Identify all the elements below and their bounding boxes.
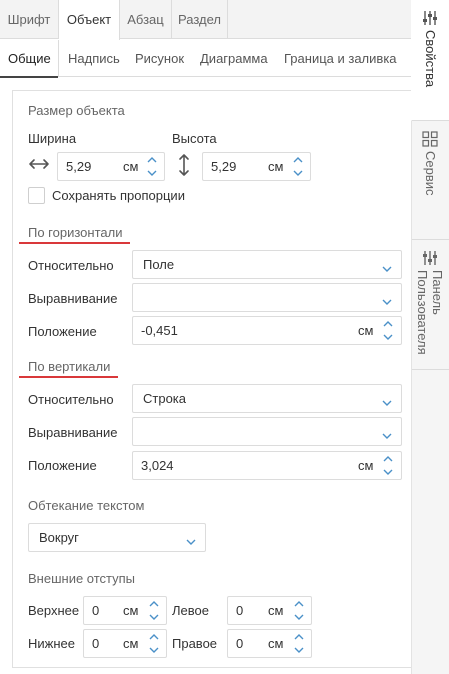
height-label: Высота (172, 131, 217, 146)
side-tab-service[interactable]: Сервис (412, 121, 449, 240)
h-position-field[interactable]: -0,451 см (132, 316, 402, 345)
v-relative-label: Относительно (28, 392, 114, 407)
width-field[interactable]: 5,29 см (57, 152, 165, 181)
chevron-down-icon (382, 428, 392, 439)
top-tabs: Шрифт Объект Абзац Раздел (0, 0, 412, 40)
vertical-section-title: По вертикали (28, 359, 111, 374)
margin-left-unit: см (268, 603, 284, 618)
height-value: 5,29 (211, 159, 237, 174)
margin-bottom-label: Нижнее (28, 636, 75, 651)
tab-object[interactable]: Объект (59, 0, 120, 40)
v-position-field[interactable]: 3,024 см (132, 451, 402, 480)
width-spinner[interactable] (146, 155, 158, 178)
side-label-service: Сервис (423, 151, 438, 196)
margin-top-unit: см (123, 603, 139, 618)
keep-ratio-checkbox[interactable] (28, 187, 45, 204)
margin-right-label: Правое (172, 636, 218, 651)
horizontal-arrow-icon (28, 155, 50, 176)
height-field[interactable]: 5,29 см (202, 152, 311, 181)
side-label-user-panel: Панель Пользователя (415, 270, 445, 355)
margin-left-value: 0 (236, 603, 244, 618)
margin-top-label: Верхнее (28, 603, 80, 618)
v-relative-value: Строка (143, 391, 187, 406)
vertical-arrow-icon (177, 153, 191, 180)
v-align-label: Выравнивание (28, 425, 118, 440)
v-position-value: 3,024 (141, 458, 174, 473)
keep-ratio-label: Сохранять пропорции (52, 188, 185, 203)
h-relative-select[interactable]: Поле (132, 250, 402, 279)
wrap-section-title: Обтекание текстом (28, 498, 145, 513)
chevron-down-icon (382, 294, 392, 305)
side-label-properties: Свойства (423, 30, 438, 88)
margin-right-field[interactable]: 0 см (227, 629, 312, 658)
margin-right-spinner[interactable] (293, 632, 305, 655)
chevron-down-icon (186, 534, 196, 545)
v-position-label: Положение (28, 458, 97, 473)
margin-top-spinner[interactable] (148, 599, 160, 622)
wrap-select[interactable]: Вокруг (28, 523, 206, 552)
size-section-title: Размер объекта (28, 103, 125, 118)
sliders-icon (422, 10, 438, 26)
sub-tabs: Общие Надпись Рисунок Диаграмма Граница … (0, 40, 412, 78)
user-panel-icon (422, 250, 438, 266)
wrap-value: Вокруг (39, 530, 79, 545)
tab-font[interactable]: Шрифт (0, 0, 59, 39)
grid-icon (422, 131, 438, 147)
margin-left-field[interactable]: 0 см (227, 596, 312, 625)
margin-right-unit: см (268, 636, 284, 651)
chevron-down-icon (382, 261, 392, 272)
margin-left-spinner[interactable] (293, 599, 305, 622)
margin-right-value: 0 (236, 636, 244, 651)
margins-section-title: Внешние отступы (28, 571, 136, 586)
h-position-label: Положение (28, 324, 97, 339)
subtab-picture[interactable]: Рисунок (135, 40, 184, 77)
side-tab-user-panel[interactable]: Панель Пользователя (412, 240, 449, 370)
horizontal-section-title: По горизонтали (28, 225, 123, 240)
h-align-label: Выравнивание (28, 291, 118, 306)
subtab-general[interactable]: Общие (0, 40, 59, 78)
subtab-chart[interactable]: Диаграмма (200, 40, 268, 77)
h-position-value: -0,451 (141, 323, 178, 338)
chevron-down-icon (382, 395, 392, 406)
side-tab-properties[interactable]: Свойства (411, 0, 449, 121)
subtab-border-fill[interactable]: Граница и заливка (284, 40, 397, 77)
h-relative-label: Относительно (28, 258, 114, 273)
side-strip: Свойства Сервис Панель Пользователя (411, 0, 449, 674)
h-position-spinner[interactable] (382, 319, 394, 342)
tab-section[interactable]: Раздел (172, 0, 228, 39)
margin-bottom-spinner[interactable] (148, 632, 160, 655)
v-position-unit: см (358, 458, 374, 473)
height-spinner[interactable] (292, 155, 304, 178)
margin-bottom-value: 0 (92, 636, 100, 651)
margin-bottom-field[interactable]: 0 см (83, 629, 167, 658)
margin-top-field[interactable]: 0 см (83, 596, 167, 625)
margin-left-label: Левое (172, 603, 209, 618)
vertical-underline (19, 376, 118, 378)
horizontal-underline (19, 242, 130, 244)
properties-panel: Шрифт Объект Абзац Раздел Общие Надпись … (0, 0, 412, 674)
h-relative-value: Поле (143, 257, 175, 272)
height-unit: см (268, 159, 284, 174)
v-align-select[interactable] (132, 417, 402, 446)
margin-bottom-unit: см (123, 636, 139, 651)
general-settings: Размер объекта Ширина Высота 5,29 см 5,2… (12, 90, 411, 668)
width-unit: см (123, 159, 139, 174)
v-relative-select[interactable]: Строка (132, 384, 402, 413)
h-position-unit: см (358, 323, 374, 338)
h-align-select[interactable] (132, 283, 402, 312)
tab-paragraph[interactable]: Абзац (120, 0, 172, 39)
margin-top-value: 0 (92, 603, 100, 618)
v-position-spinner[interactable] (382, 454, 394, 477)
width-label: Ширина (28, 131, 77, 146)
subtab-caption[interactable]: Надпись (68, 40, 120, 77)
width-value: 5,29 (66, 159, 92, 174)
